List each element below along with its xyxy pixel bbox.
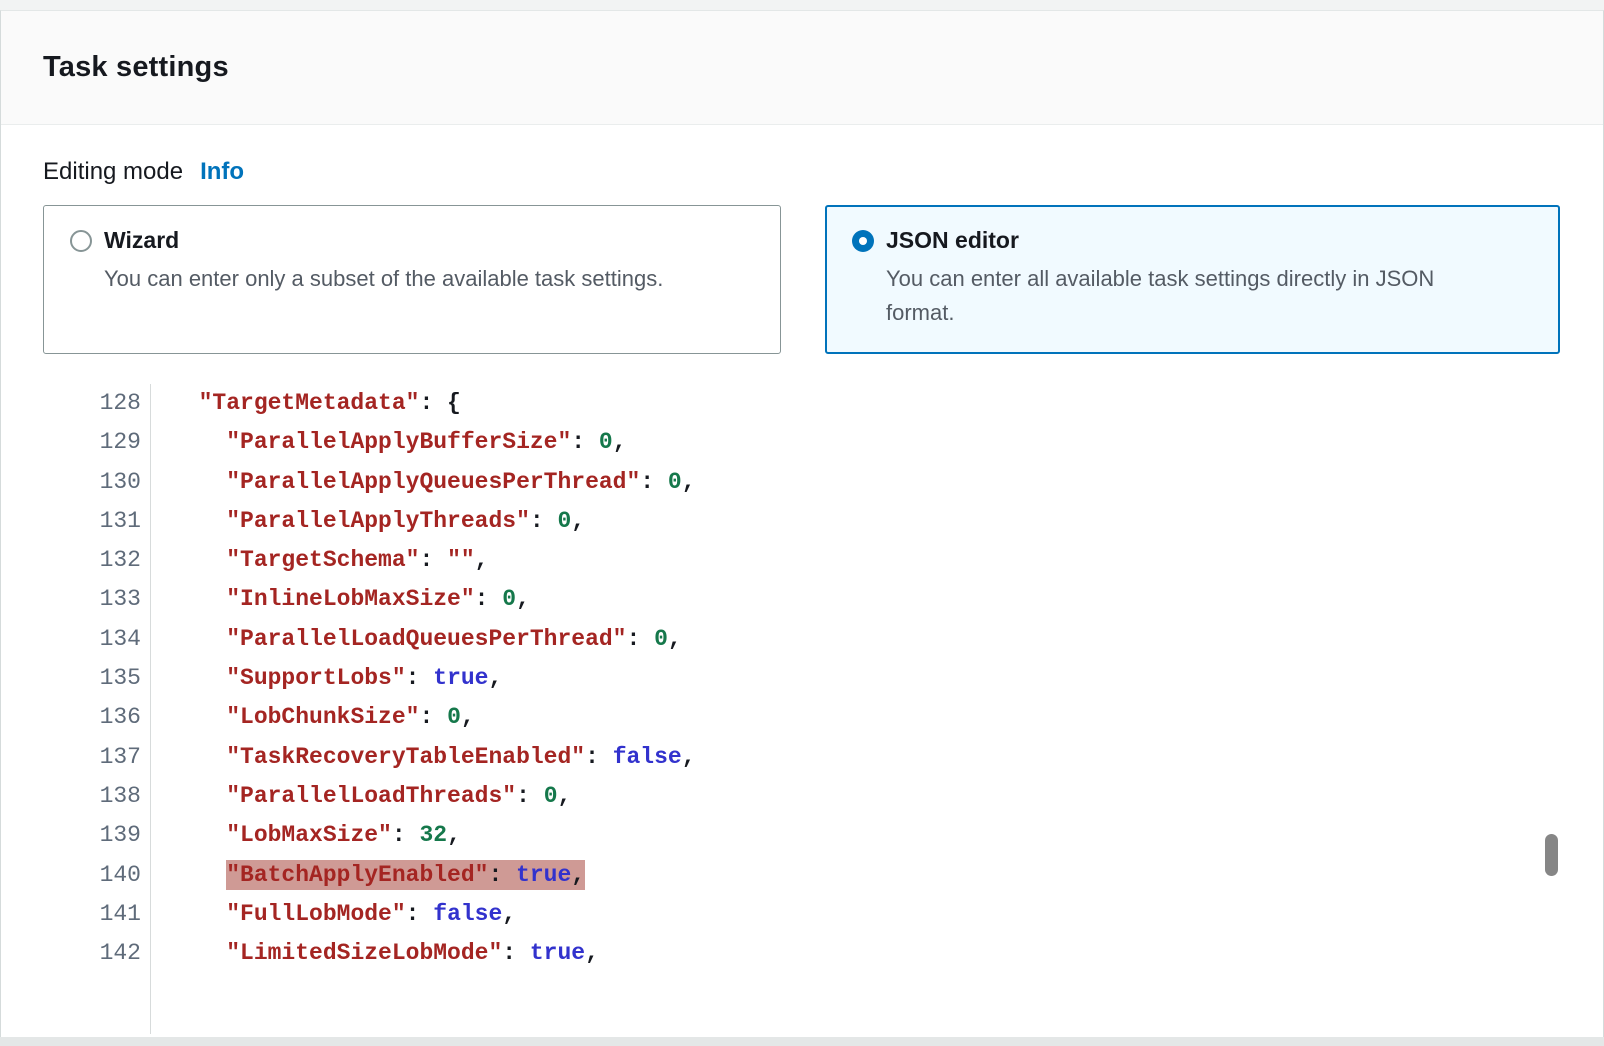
line-number: 133 [43,580,141,619]
code-line[interactable]: "TargetMetadata": { [171,384,1603,423]
option-label-json-editor: JSON editor [886,227,1019,254]
code-line[interactable]: "LobChunkSize": 0, [171,698,1603,737]
page-background-top [0,0,1604,10]
line-number: 132 [43,541,141,580]
editing-mode-row: Editing mode Info [43,158,1603,186]
line-number: 134 [43,620,141,659]
code-line[interactable]: "ParallelApplyThreads": 0, [171,502,1603,541]
line-number: 131 [43,502,141,541]
code-line[interactable]: "ParallelLoadThreads": 0, [171,777,1603,816]
code-line[interactable]: "TaskRecoveryTableEnabled": false, [171,738,1603,777]
code-line[interactable]: "ParallelApplyBufferSize": 0, [171,423,1603,462]
scrollbar-thumb[interactable] [1545,834,1558,876]
code-line[interactable]: "TargetSchema": "", [171,541,1603,580]
editing-mode-options: Wizard You can enter only a subset of th… [43,205,1603,354]
info-link[interactable]: Info [200,158,244,186]
json-code-editor[interactable]: 1281291301311321331341351361371381391401… [43,384,1603,1034]
highlighted-line-segment: "BatchApplyEnabled": true, [226,860,585,890]
option-card-wizard[interactable]: Wizard You can enter only a subset of th… [43,205,781,354]
line-number: 128 [43,384,141,423]
option-label-wizard: Wizard [104,227,179,254]
radio-json-editor[interactable] [852,230,874,252]
panel-header: Task settings [1,11,1603,125]
line-number: 140 [43,856,141,895]
editor-code[interactable]: "TargetMetadata": { "ParallelApplyBuffer… [151,384,1603,1034]
code-line[interactable]: "FullLobMode": false, [171,895,1603,934]
editor-gutter: 1281291301311321331341351361371381391401… [43,384,151,1034]
code-line[interactable]: "InlineLobMaxSize": 0, [171,580,1603,619]
code-line[interactable]: "LobMaxSize": 32, [171,816,1603,855]
panel-content: Editing mode Info Wizard You can enter o… [1,158,1603,1034]
line-number: 130 [43,463,141,502]
option-description-wizard: You can enter only a subset of the avail… [104,262,724,296]
line-number: 135 [43,659,141,698]
code-line[interactable]: "BatchApplyEnabled": true, [171,856,1603,895]
option-description-json-editor: You can enter all available task setting… [886,262,1506,330]
option-head: Wizard [70,227,760,254]
task-settings-panel: Task settings Editing mode Info Wizard Y… [0,10,1604,1037]
line-number: 137 [43,738,141,777]
line-number: 139 [43,816,141,855]
radio-wizard[interactable] [70,230,92,252]
code-line[interactable]: "ParallelLoadQueuesPerThread": 0, [171,620,1603,659]
page-background-bottom [0,1037,1604,1046]
option-head: JSON editor [852,227,1539,254]
code-line[interactable]: "LimitedSizeLobMode": true, [171,934,1603,973]
option-card-json-editor[interactable]: JSON editor You can enter all available … [825,205,1560,354]
line-number: 129 [43,423,141,462]
code-line[interactable]: "SupportLobs": true, [171,659,1603,698]
page-title: Task settings [43,51,229,84]
line-number: 142 [43,934,141,973]
line-number: 138 [43,777,141,816]
editing-mode-label: Editing mode [43,158,183,186]
line-number: 141 [43,895,141,934]
code-line[interactable]: "ParallelApplyQueuesPerThread": 0, [171,463,1603,502]
line-number: 136 [43,698,141,737]
